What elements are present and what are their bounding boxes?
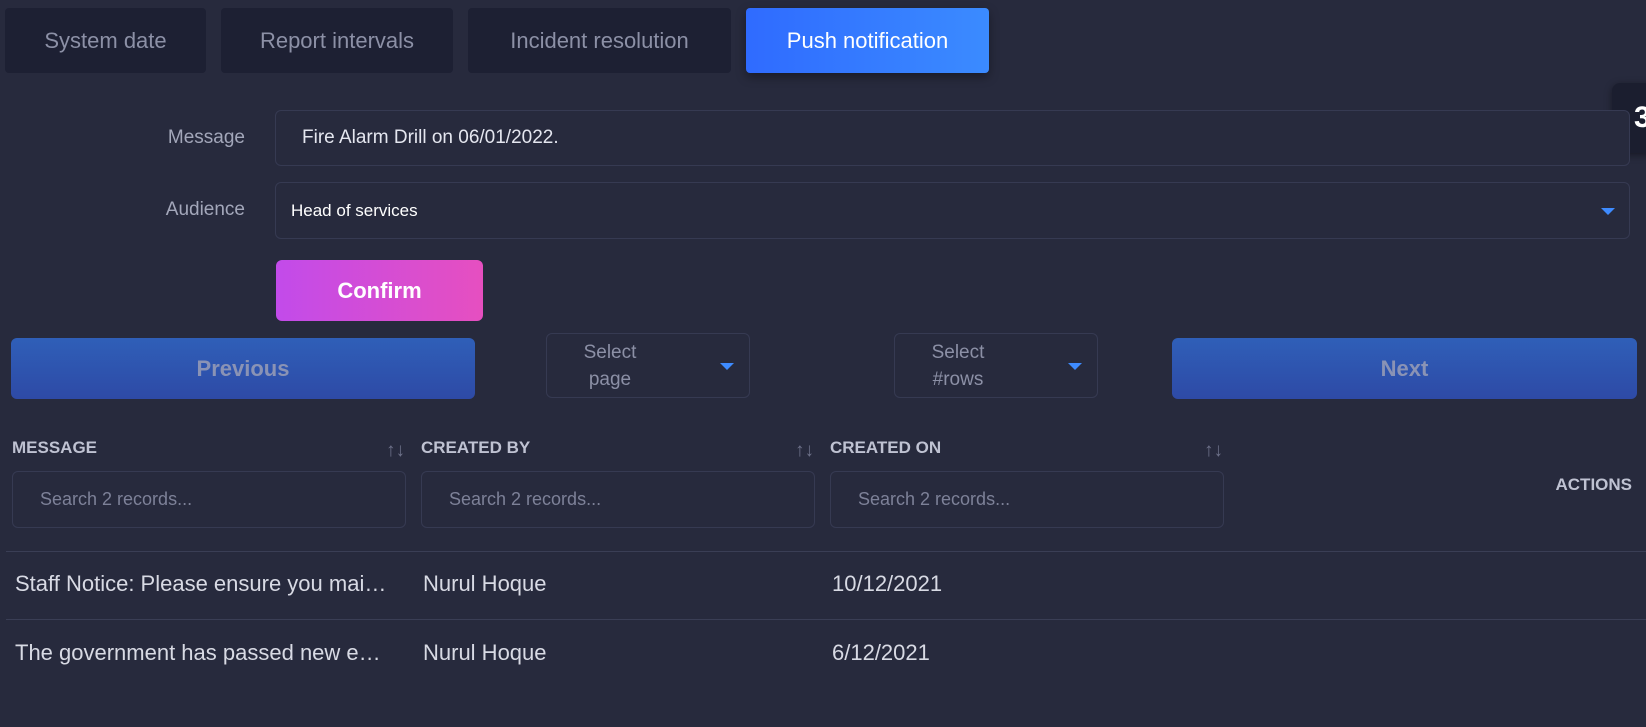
message-label: Message	[167, 127, 245, 148]
page-select[interactable]: Select page	[546, 333, 750, 398]
message-search-input[interactable]	[12, 471, 406, 528]
divider	[6, 619, 1646, 620]
created-by-search-input[interactable]	[421, 471, 815, 528]
chevron-down-icon	[720, 363, 734, 370]
audience-select[interactable]: Head of services	[275, 182, 1630, 239]
sort-icon[interactable]: ↑↓	[1204, 440, 1223, 462]
row-created-on: 6/12/2021	[832, 640, 930, 665]
previous-button[interactable]: Previous	[11, 338, 475, 399]
column-header-created-by[interactable]: CREATED BY	[421, 438, 530, 458]
tab-push-notification[interactable]: Push notification	[746, 8, 989, 73]
next-button[interactable]: Next	[1172, 338, 1637, 399]
rows-select-line1: Select	[931, 342, 985, 363]
tab-system-date[interactable]: System date	[5, 8, 206, 73]
row-created-by: Nurul Hoque	[423, 640, 547, 665]
message-value: Fire Alarm Drill on 06/01/2022.	[302, 127, 559, 148]
sort-icon[interactable]: ↑↓	[386, 440, 405, 462]
rows-select-line2: #rows	[932, 369, 984, 390]
chevron-down-icon	[1068, 363, 1082, 370]
page-select-line1: Select	[583, 342, 637, 363]
divider	[6, 551, 1646, 552]
created-on-search-input[interactable]	[830, 471, 1224, 528]
message-input[interactable]: Fire Alarm Drill on 06/01/2022.	[275, 110, 1630, 166]
row-created-by: Nurul Hoque	[423, 571, 547, 596]
confirm-button[interactable]: Confirm	[276, 260, 483, 321]
sort-icon[interactable]: ↑↓	[795, 440, 814, 462]
column-header-message[interactable]: MESSAGE	[12, 438, 97, 458]
chevron-down-icon	[1601, 208, 1615, 215]
push-notification-page: System date Report intervals Incident re…	[0, 0, 1646, 727]
column-header-created-on[interactable]: CREATED ON	[830, 438, 941, 458]
audience-value: Head of services	[291, 200, 418, 220]
tab-report-intervals[interactable]: Report intervals	[221, 8, 453, 73]
page-select-line2: page	[588, 369, 632, 390]
tab-incident-resolution[interactable]: Incident resolution	[468, 8, 731, 73]
row-message: Staff Notice: Please ensure you maintain…	[15, 571, 397, 596]
side-panel-glyph: 3	[1634, 101, 1646, 134]
audience-label: Audience	[165, 199, 245, 220]
rows-select[interactable]: Select #rows	[894, 333, 1098, 398]
column-header-actions: ACTIONS	[1555, 475, 1633, 494]
row-created-on: 10/12/2021	[832, 571, 943, 596]
row-message: The government has passed new emergency …	[15, 640, 397, 665]
